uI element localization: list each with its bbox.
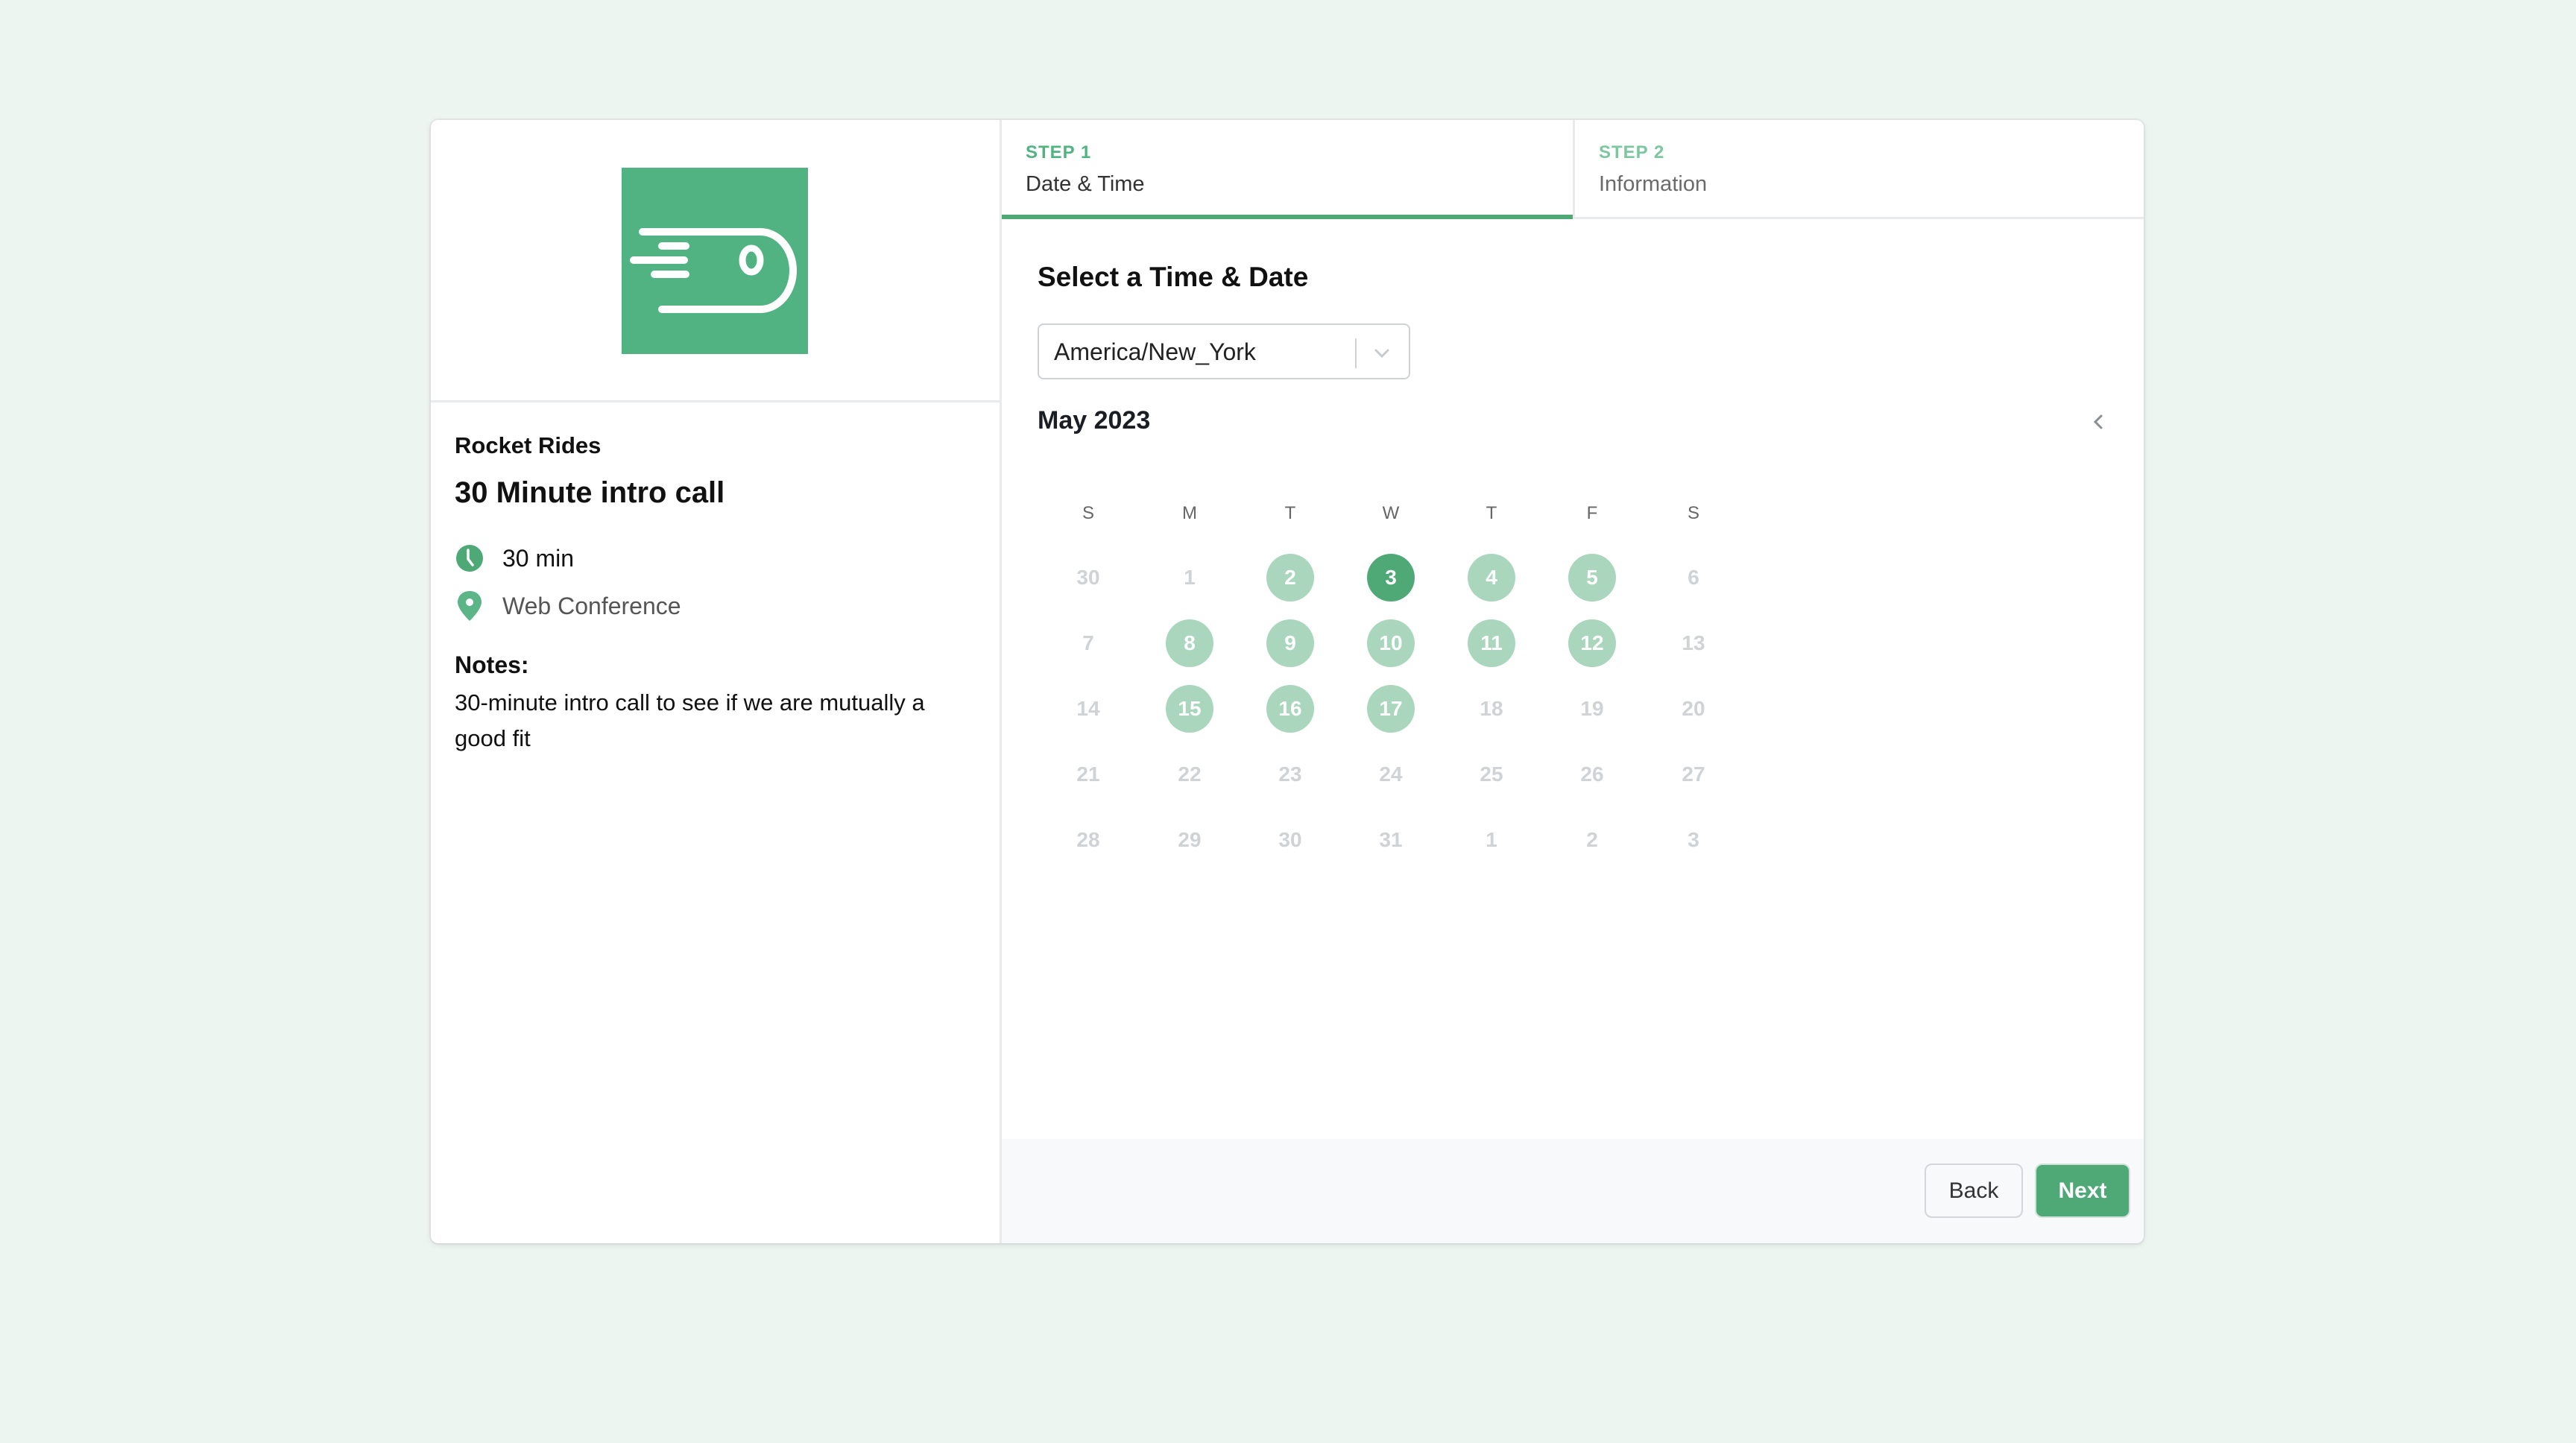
calendar-day-available[interactable]: 15 — [1166, 685, 1213, 733]
section-title: Select a Time & Date — [1038, 262, 1309, 292]
tab-information[interactable]: STEP 2 Information — [1573, 120, 2144, 217]
calendar-day-available[interactable]: 12 — [1568, 619, 1616, 667]
calendar-day-disabled: 30 — [1278, 828, 1302, 851]
event-details-panel: Rocket Rides 30 Minute intro call 30 min… — [431, 120, 1002, 1243]
scheduler-panel: STEP 1 Date & Time STEP 2 Information Se… — [1002, 120, 2144, 1243]
calendar-day-available[interactable]: 11 — [1468, 619, 1515, 667]
booking-card: Rocket Rides 30 Minute intro call 30 min… — [431, 120, 2144, 1243]
weekday-header: M — [1182, 503, 1197, 523]
timezone-select[interactable]: America/New_York — [1038, 323, 1410, 379]
month-label: May 2023 — [1038, 406, 1151, 435]
footer-bar: Back Next — [1002, 1139, 2144, 1243]
tab-label: Date & Time — [1026, 172, 1145, 196]
back-button[interactable]: Back — [1925, 1163, 2023, 1218]
calendar-day-disabled: 30 — [1076, 566, 1100, 589]
map-pin-icon — [455, 591, 484, 621]
event-title: 30 Minute intro call — [455, 476, 725, 509]
weekday-header: S — [1082, 503, 1094, 523]
calendar-day-disabled: 21 — [1076, 762, 1100, 786]
notes-label: Notes: — [455, 651, 529, 678]
calendar-day-available[interactable]: 4 — [1468, 554, 1515, 601]
calendar-day-available[interactable]: 8 — [1166, 619, 1213, 667]
calendar-day-disabled: 1 — [1486, 828, 1497, 851]
location-text: Web Conference — [502, 592, 681, 619]
chevron-down-icon — [1374, 349, 1389, 359]
calendar-day-selected[interactable]: 3 — [1367, 554, 1415, 601]
event-duration: 30 min — [455, 543, 574, 573]
weekday-header: F — [1586, 503, 1598, 523]
rocket-logo-icon — [630, 228, 797, 313]
event-location: Web Conference — [455, 591, 681, 621]
calendar-day-available[interactable]: 10 — [1367, 619, 1415, 667]
step-tabs: STEP 1 Date & Time STEP 2 Information — [1002, 120, 2144, 219]
calendar-day-available[interactable]: 5 — [1568, 554, 1616, 601]
weekday-header: T — [1284, 503, 1296, 523]
notes-text: 30-minute intro call to see if we are mu… — [455, 689, 925, 751]
calendar-day-available[interactable]: 9 — [1266, 619, 1314, 667]
calendar-day-disabled: 2 — [1586, 828, 1598, 851]
tab-date-time[interactable]: STEP 1 Date & Time — [1002, 120, 1573, 219]
calendar-day-disabled: 14 — [1076, 697, 1100, 720]
calendar-day-available[interactable]: 16 — [1266, 685, 1314, 733]
calendar-day-disabled: 27 — [1682, 762, 1705, 786]
next-button[interactable]: Next — [2035, 1163, 2130, 1218]
weekday-header: W — [1382, 503, 1400, 523]
rocket-rides-logo — [622, 168, 808, 354]
calendar-day-disabled: 13 — [1682, 631, 1705, 654]
organization-name: Rocket Rides — [455, 432, 602, 458]
calendar-day-disabled: 6 — [1688, 566, 1699, 589]
weekday-header: S — [1687, 503, 1699, 523]
logo-area — [431, 120, 1000, 402]
calendar-day-disabled: 26 — [1580, 762, 1604, 786]
calendar-day-disabled: 31 — [1379, 828, 1403, 851]
calendar-day-disabled: 23 — [1278, 762, 1302, 786]
calendar-day-disabled: 7 — [1082, 631, 1094, 654]
step-number: STEP 2 — [1599, 142, 1665, 162]
chevron-left-icon — [2093, 414, 2103, 429]
calendar-day-disabled: 3 — [1688, 828, 1699, 851]
calendar-day-disabled: 20 — [1682, 697, 1705, 720]
timezone-value: America/New_York — [1054, 338, 1256, 365]
calendar-day-disabled: 22 — [1178, 762, 1202, 786]
previous-month-button[interactable] — [2083, 407, 2113, 437]
calendar-day-disabled: 25 — [1480, 762, 1503, 786]
clock-icon — [455, 543, 484, 573]
calendar-day-disabled: 1 — [1184, 566, 1196, 589]
select-separator — [1355, 338, 1357, 368]
tab-label: Information — [1599, 172, 1708, 196]
step-number: STEP 1 — [1026, 142, 1092, 162]
calendar-day-disabled: 19 — [1580, 697, 1604, 720]
calendar-day-disabled: 29 — [1178, 828, 1202, 851]
duration-text: 30 min — [502, 544, 575, 572]
calendar-day-disabled: 24 — [1379, 762, 1403, 786]
calendar-day-disabled: 28 — [1076, 828, 1100, 851]
calendar-day-disabled: 18 — [1480, 697, 1503, 720]
calendar-day-available[interactable]: 17 — [1367, 685, 1415, 733]
calendar-day-available[interactable]: 2 — [1266, 554, 1314, 601]
next-month-button[interactable] — [2142, 407, 2144, 437]
weekday-header: T — [1486, 503, 1497, 523]
